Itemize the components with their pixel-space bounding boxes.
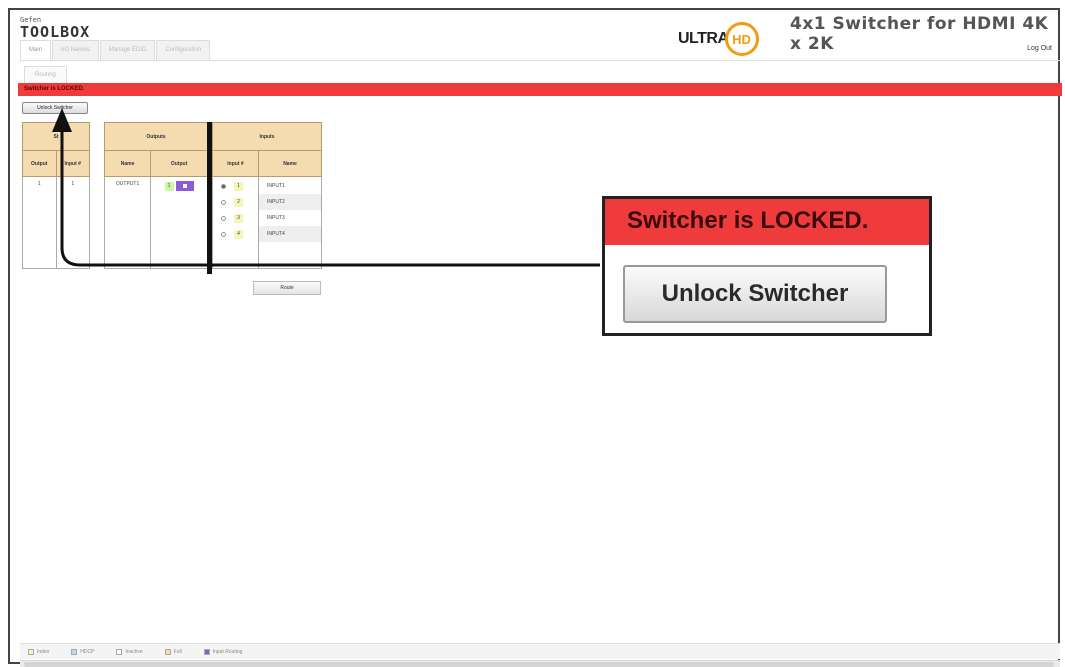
outputs-table: Outputs Name Output OUTPUT1 1 — [103, 122, 208, 269]
input-3-number: 3 — [234, 213, 243, 223]
legend-input-routing: Input Routing — [203, 648, 243, 655]
tab-io-names[interactable]: I/O Names — [52, 40, 99, 60]
output-cell[interactable]: 1 — [150, 176, 208, 269]
status-col-output: Output — [22, 150, 57, 177]
input-row-1[interactable]: 1 — [213, 178, 258, 194]
status-title: St — [22, 122, 90, 151]
input-2-radio[interactable] — [221, 199, 226, 205]
device-title: 4x1 Switcher for HDMI 4K x 2K — [790, 14, 1049, 54]
legend-input-routing-swatch — [203, 648, 210, 655]
inputs-table: Inputs Input # Name 1 2 3 4 INPUT1 INPUT… — [212, 122, 322, 269]
legend-index: Index — [28, 648, 50, 655]
legend-inactive-swatch — [116, 648, 123, 655]
locked-status-bar: Switcher is LOCKED. — [18, 83, 1062, 96]
inputs-col-name: Name — [258, 150, 322, 177]
inputs-name-column: INPUT1 INPUT2 INPUT3 INPUT4 — [258, 176, 322, 269]
inputs-title: Inputs — [212, 122, 322, 151]
unlock-switcher-button[interactable]: Unlock Switcher — [22, 102, 88, 114]
legend-bar: Index HDCP Inactive Full Input Routing — [20, 643, 1060, 659]
legend-inactive: Inactive — [116, 648, 143, 655]
legend-hdcp-swatch — [71, 648, 78, 655]
input-row-2[interactable]: 2 — [213, 194, 258, 210]
legend-full-label: Full — [173, 648, 182, 655]
input-3-radio[interactable] — [221, 215, 226, 221]
app-window: Gefen TOOLBOX ULTRA HD 4x1 Switcher for … — [8, 8, 1062, 667]
ultra-hd-logo: ULTRA HD — [678, 22, 759, 56]
brand-name: TOOLBOX — [20, 23, 91, 41]
status-input-value: 1 — [55, 176, 90, 269]
input-4-radio[interactable] — [221, 231, 226, 237]
outputs-col-name: Name — [103, 150, 152, 177]
input-4-number: 4 — [234, 229, 243, 239]
inputs-num-column: 1 2 3 4 — [212, 176, 259, 269]
input-1-name: INPUT1 — [267, 183, 285, 189]
input-2-name: INPUT2 — [259, 194, 321, 210]
status-table: St Output Input # 1 1 — [22, 122, 90, 269]
output-routing-swatch[interactable] — [175, 181, 194, 191]
legend-hdcp: HDCP — [71, 648, 95, 655]
tab-divider — [20, 60, 1060, 61]
tab-main[interactable]: Main — [20, 40, 52, 60]
outputs-col-output: Output — [150, 150, 208, 177]
output-name: OUTPUT1 — [103, 176, 152, 269]
status-output-value: 1 — [22, 176, 57, 269]
input-1-number: 1 — [234, 181, 243, 191]
ultra-text: ULTRA — [678, 30, 729, 47]
main-tabs: Main I/O Names Manage EDID Configuration — [20, 40, 211, 60]
input-row-3[interactable]: 3 — [213, 210, 258, 226]
legend-index-label: Index — [37, 648, 50, 655]
scrollbar-thumb[interactable] — [24, 662, 1054, 667]
hd-badge: HD — [724, 22, 759, 56]
status-col-input: Input # — [55, 150, 90, 177]
callout-unlock-button[interactable]: Unlock Switcher — [623, 265, 887, 323]
input-row-4[interactable]: 4 — [213, 226, 258, 242]
callout-locked-text: Switcher is LOCKED. — [605, 199, 929, 245]
tab-configuration[interactable]: Configuration — [156, 40, 211, 60]
outputs-title: Outputs — [104, 122, 208, 151]
legend-inactive-label: Inactive — [125, 648, 143, 655]
legend-hdcp-label: HDCP — [80, 648, 95, 655]
legend-input-routing-label: Input Routing — [212, 648, 243, 655]
subtab-routing[interactable]: Routing — [24, 66, 67, 83]
legend-full: Full — [164, 648, 182, 655]
legend-full-swatch — [164, 648, 171, 655]
inputs-col-num: Input # — [212, 150, 259, 177]
input-2-number: 2 — [234, 197, 243, 207]
zoom-callout: Switcher is LOCKED. Unlock Switcher — [602, 196, 932, 336]
input-3-name: INPUT3 — [267, 215, 285, 221]
legend-index-swatch — [28, 648, 34, 655]
output-number: 1 — [164, 182, 174, 192]
tab-manage-edid[interactable]: Manage EDID — [99, 40, 156, 60]
input-1-radio[interactable] — [221, 183, 226, 189]
route-button[interactable]: Route — [253, 281, 321, 295]
input-4-name: INPUT4 — [259, 226, 321, 242]
toolbox-logo: Gefen TOOLBOX — [20, 16, 90, 40]
horizontal-scrollbar[interactable] — [20, 660, 1060, 667]
logout-link[interactable]: Log Out — [1027, 45, 1052, 52]
